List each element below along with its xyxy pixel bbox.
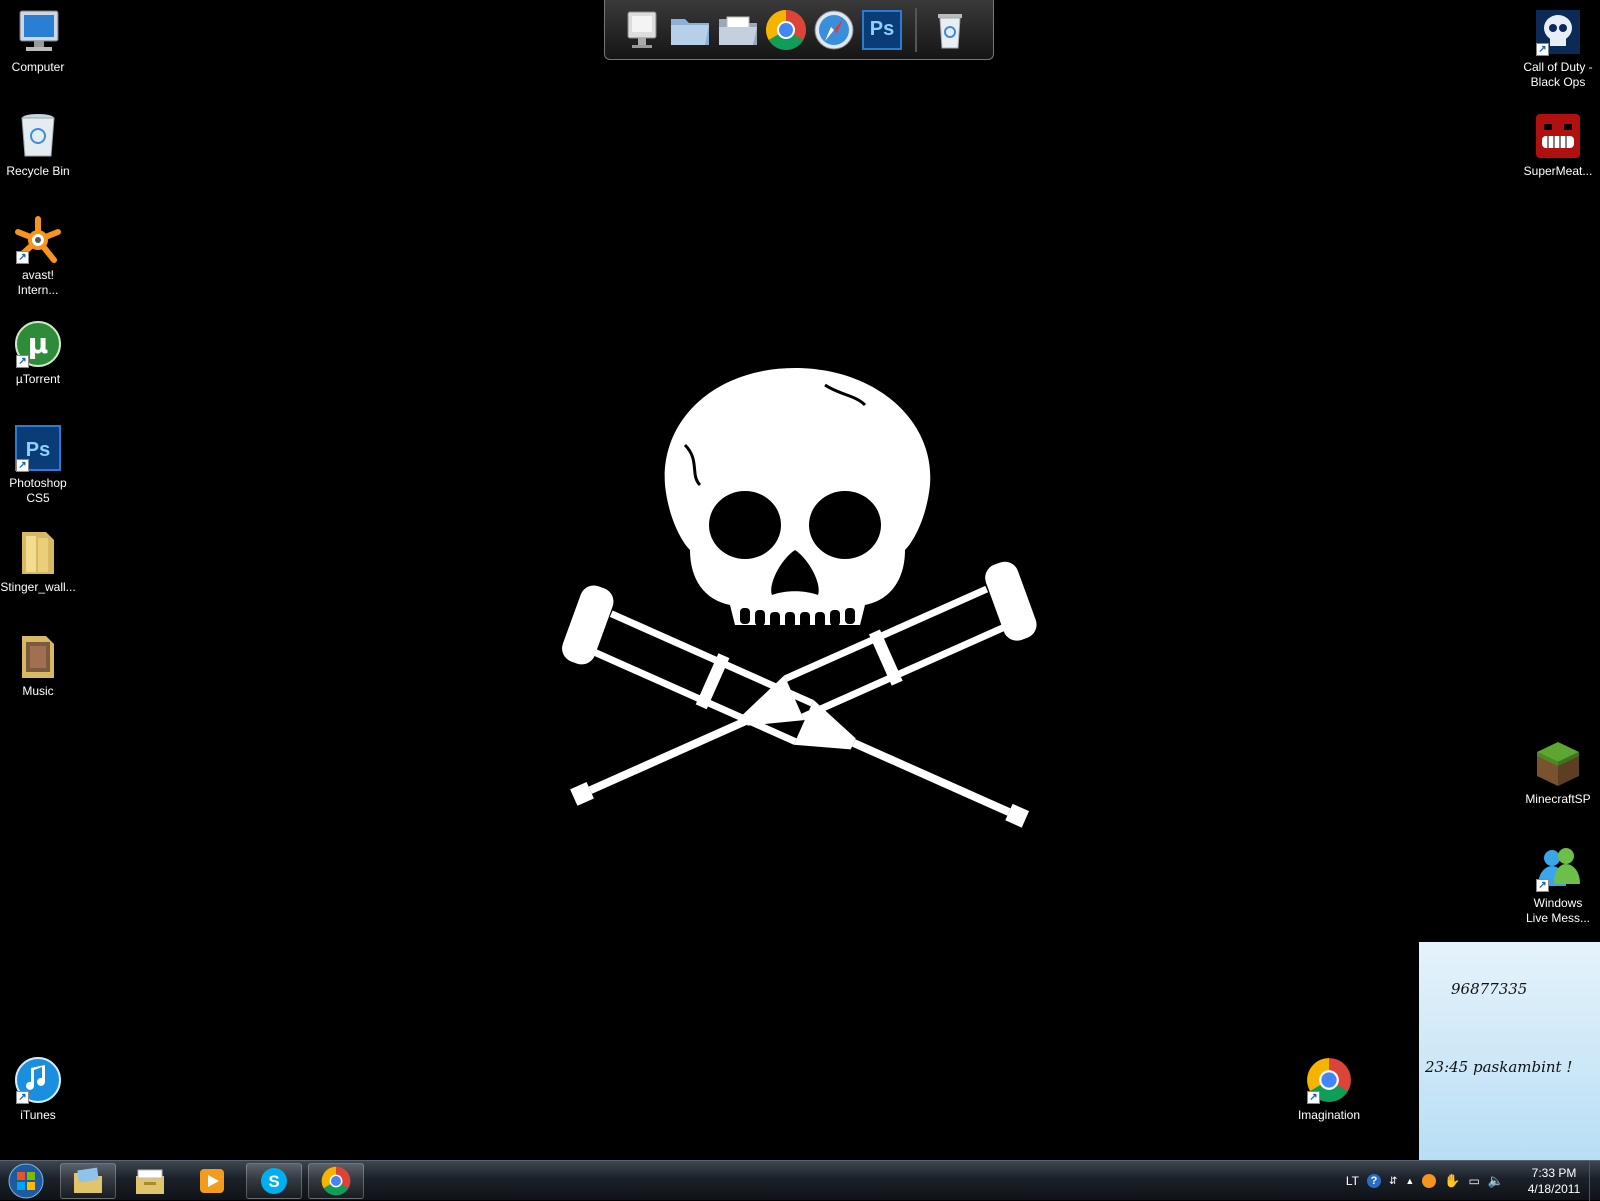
media-player-icon: [200, 1169, 224, 1193]
show-desktop-button[interactable]: [1589, 1161, 1600, 1201]
volume-icon[interactable]: 🔈: [1488, 1173, 1504, 1189]
start-button[interactable]: [4, 1163, 48, 1199]
computer-icon: [14, 8, 62, 56]
windows-orb-icon: [8, 1163, 44, 1199]
desktop-icon-label: µTorrent: [15, 372, 61, 386]
app-dock: Ps: [604, 0, 994, 60]
taskbar-skype-button[interactable]: S: [246, 1163, 302, 1199]
desktop-icon-windows-live-messenger[interactable]: ↗ Windows Live Mess...: [1520, 844, 1596, 926]
folder-icon: [14, 528, 62, 576]
folder-icon[interactable]: [667, 7, 713, 53]
chrome-icon: [321, 1166, 351, 1196]
desktop-icon-imagination[interactable]: ↗ Imagination: [1291, 1056, 1367, 1123]
itunes-icon: ↗: [14, 1056, 62, 1104]
taskbar-explorer-button[interactable]: [60, 1163, 116, 1199]
network-icon[interactable]: ▭: [1468, 1174, 1479, 1188]
desktop-icon-supermeat[interactable]: SuperMeat...: [1520, 112, 1596, 179]
recycle-bin-icon: [14, 112, 62, 160]
desktop-icon-recycle-bin[interactable]: Recycle Bin: [0, 112, 76, 179]
show-hidden-icons-icon[interactable]: ▲: [1405, 1176, 1414, 1186]
sticky-note-line-1[interactable]: 96877335: [1451, 980, 1527, 998]
taskbar-file-manager-button[interactable]: [122, 1163, 178, 1199]
shortcut-arrow-icon: ↗: [1536, 43, 1549, 56]
explorer-icon: [74, 1167, 102, 1193]
monitor-icon[interactable]: [619, 7, 665, 53]
desktop-icon-stinger-folder[interactable]: Stinger_wall...: [0, 528, 76, 595]
svg-text:Ps: Ps: [26, 439, 50, 461]
file-manager-icon: [136, 1169, 164, 1194]
desktop-icon-label: MinecraftSP: [1525, 792, 1591, 806]
hand-tray-icon[interactable]: ✋: [1444, 1173, 1460, 1189]
minecraft-icon: [1534, 740, 1582, 788]
desktop-icon-label: Recycle Bin: [6, 164, 70, 178]
desktop-icon-label: Photoshop CS5: [9, 476, 67, 505]
desktop-icon-label: Imagination: [1297, 1108, 1361, 1122]
shortcut-arrow-icon: ↗: [16, 355, 29, 368]
folder-open-icon[interactable]: [715, 7, 761, 53]
dock-separator: [915, 7, 917, 52]
chrome-icon[interactable]: [763, 7, 809, 53]
shortcut-arrow-icon: ↗: [1536, 879, 1549, 892]
desktop-icon-label: Call of Duty - Black Ops: [1523, 60, 1593, 89]
svg-text:µ: µ: [28, 327, 49, 360]
skype-icon: S: [261, 1168, 287, 1194]
shortcut-arrow-icon: ↗: [16, 251, 29, 264]
desktop-icon-label: iTunes: [20, 1108, 56, 1122]
sticky-note-line-2[interactable]: 23:45 paskambint !: [1425, 1058, 1572, 1076]
music-folder-icon: [14, 632, 62, 680]
photoshop-label: Ps: [862, 9, 902, 50]
desktop-icon-label: Music: [22, 684, 54, 698]
recycle-bin-icon[interactable]: [927, 7, 973, 53]
desktop-icon-label: avast! Intern...: [17, 268, 59, 297]
shortcut-arrow-icon: ↗: [16, 459, 29, 472]
photoshop-icon[interactable]: Ps: [859, 7, 905, 53]
skull-game-icon: ↗: [1534, 8, 1582, 56]
super-meat-boy-icon: [1534, 112, 1582, 160]
desktop-icon-label: SuperMeat...: [1523, 164, 1593, 178]
taskbar-chrome-button[interactable]: [308, 1163, 364, 1199]
desktop-icon-utorrent[interactable]: µ ↗ µTorrent: [0, 320, 76, 387]
wallpaper-skull-crutches: [562, 368, 1037, 828]
shortcut-arrow-icon: ↗: [1307, 1091, 1320, 1104]
desktop-icon-itunes[interactable]: ↗ iTunes: [0, 1056, 76, 1123]
sticky-note[interactable]: 96877335 23:45 paskambint !: [1419, 942, 1600, 1160]
desktop-icon-minecraft[interactable]: MinecraftSP: [1520, 740, 1596, 807]
messenger-icon: ↗: [1534, 844, 1582, 892]
utorrent-icon: µ ↗: [14, 320, 62, 368]
system-tray: LT ? ⇵ ▲ ✋ ▭ 🔈: [1346, 1161, 1504, 1201]
avast-icon: ↗: [14, 216, 62, 264]
desktop-icon-call-of-duty[interactable]: ↗ Call of Duty - Black Ops: [1520, 8, 1596, 90]
avast-tray-icon[interactable]: [1422, 1174, 1437, 1188]
svg-text:S: S: [268, 1172, 279, 1191]
help-icon[interactable]: ?: [1366, 1174, 1381, 1188]
photoshop-icon: Ps ↗: [14, 424, 62, 472]
taskbar: S LT ? ⇵ ▲ ✋ ▭ 🔈 7:33 PM 4/18/2011: [0, 1160, 1600, 1201]
clock-date: 4/18/2011: [1527, 1182, 1581, 1196]
desktop-icon-music[interactable]: Music: [0, 632, 76, 699]
desktop-icon-avast[interactable]: ↗ avast! Intern...: [0, 216, 76, 298]
clock[interactable]: 7:33 PM 4/18/2011: [1518, 1165, 1590, 1197]
safari-icon[interactable]: [811, 7, 857, 53]
language-options-icon[interactable]: ⇵: [1389, 1176, 1397, 1187]
desktop-icon-photoshop[interactable]: Ps ↗ Photoshop CS5: [0, 424, 76, 506]
language-indicator[interactable]: LT: [1346, 1174, 1359, 1188]
desktop-icon-computer[interactable]: Computer: [0, 8, 76, 75]
desktop-icon-label: Stinger_wall...: [0, 580, 76, 594]
taskbar-media-player-button[interactable]: [184, 1163, 240, 1199]
shortcut-arrow-icon: ↗: [16, 1091, 29, 1104]
desktop-icon-label: Computer: [11, 60, 65, 74]
desktop-icon-label: Windows Live Mess...: [1525, 896, 1591, 925]
chrome-icon: ↗: [1305, 1056, 1353, 1104]
clock-time: 7:33 PM: [1531, 1166, 1577, 1180]
